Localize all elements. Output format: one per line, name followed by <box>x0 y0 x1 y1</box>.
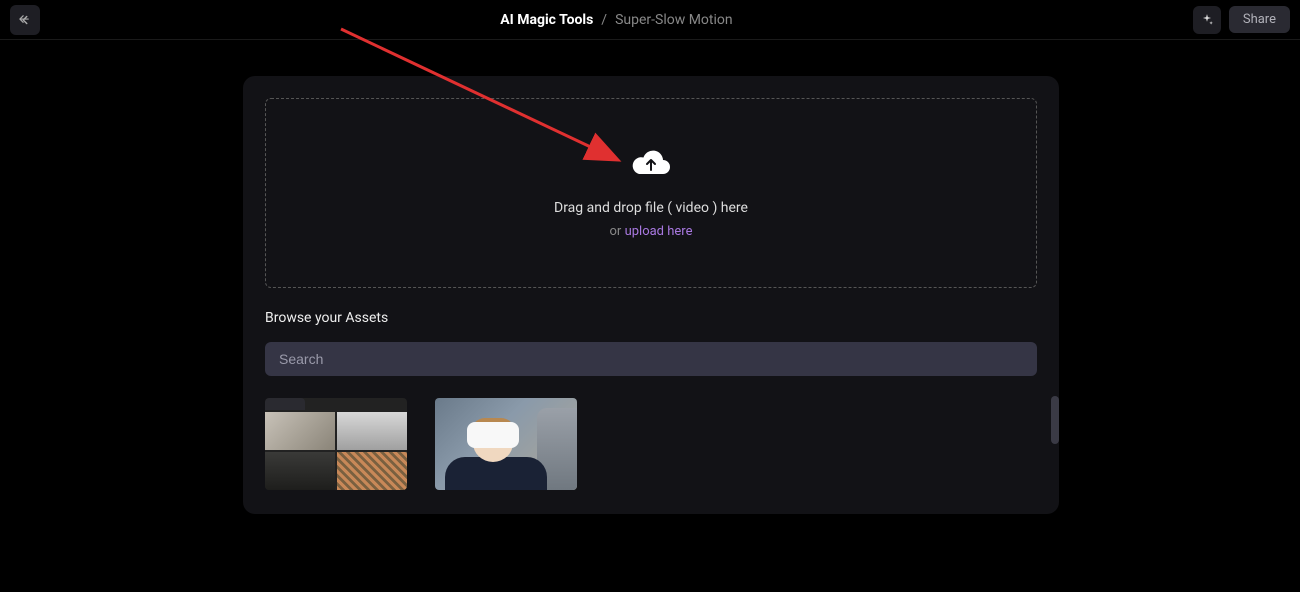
back-button[interactable] <box>10 5 40 35</box>
sparkle-button[interactable] <box>1193 6 1221 34</box>
assets-grid <box>265 398 1037 490</box>
browse-assets-label: Browse your Assets <box>265 310 1037 326</box>
breadcrumb-current: Super-Slow Motion <box>615 12 733 28</box>
folder-preview-tile <box>265 412 335 450</box>
asset-folder-thumbnail[interactable] <box>265 398 407 490</box>
dropzone-main-text: Drag and drop file ( video ) here <box>554 200 748 216</box>
breadcrumb-root[interactable]: AI Magic Tools <box>500 12 593 28</box>
sparkle-icon <box>1200 13 1214 27</box>
upload-link[interactable]: upload here <box>625 224 693 239</box>
arrow-left-icon <box>18 13 32 27</box>
cloud-upload-icon <box>631 148 671 180</box>
dropzone-or-text: or <box>610 224 625 239</box>
folder-preview-tile <box>337 412 407 450</box>
upload-dropzone[interactable]: Drag and drop file ( video ) here or upl… <box>265 98 1037 288</box>
scrollbar-thumb[interactable] <box>1051 396 1059 444</box>
search-input[interactable] <box>265 342 1037 376</box>
app-header: AI Magic Tools / Super-Slow Motion Share <box>0 0 1300 40</box>
thumbnail-content <box>445 416 547 490</box>
folder-tab-icon <box>265 398 305 410</box>
header-actions: Share <box>1193 6 1290 34</box>
dropzone-sub-text: or upload here <box>610 224 693 239</box>
breadcrumb: AI Magic Tools / Super-Slow Motion <box>500 12 732 28</box>
folder-preview-tile <box>265 452 335 490</box>
share-button[interactable]: Share <box>1229 6 1290 33</box>
main-panel: Drag and drop file ( video ) here or upl… <box>243 76 1059 514</box>
asset-video-thumbnail[interactable] <box>435 398 577 490</box>
scrollbar[interactable] <box>1051 396 1059 506</box>
folder-preview-tile <box>337 452 407 490</box>
breadcrumb-separator: / <box>601 12 607 28</box>
